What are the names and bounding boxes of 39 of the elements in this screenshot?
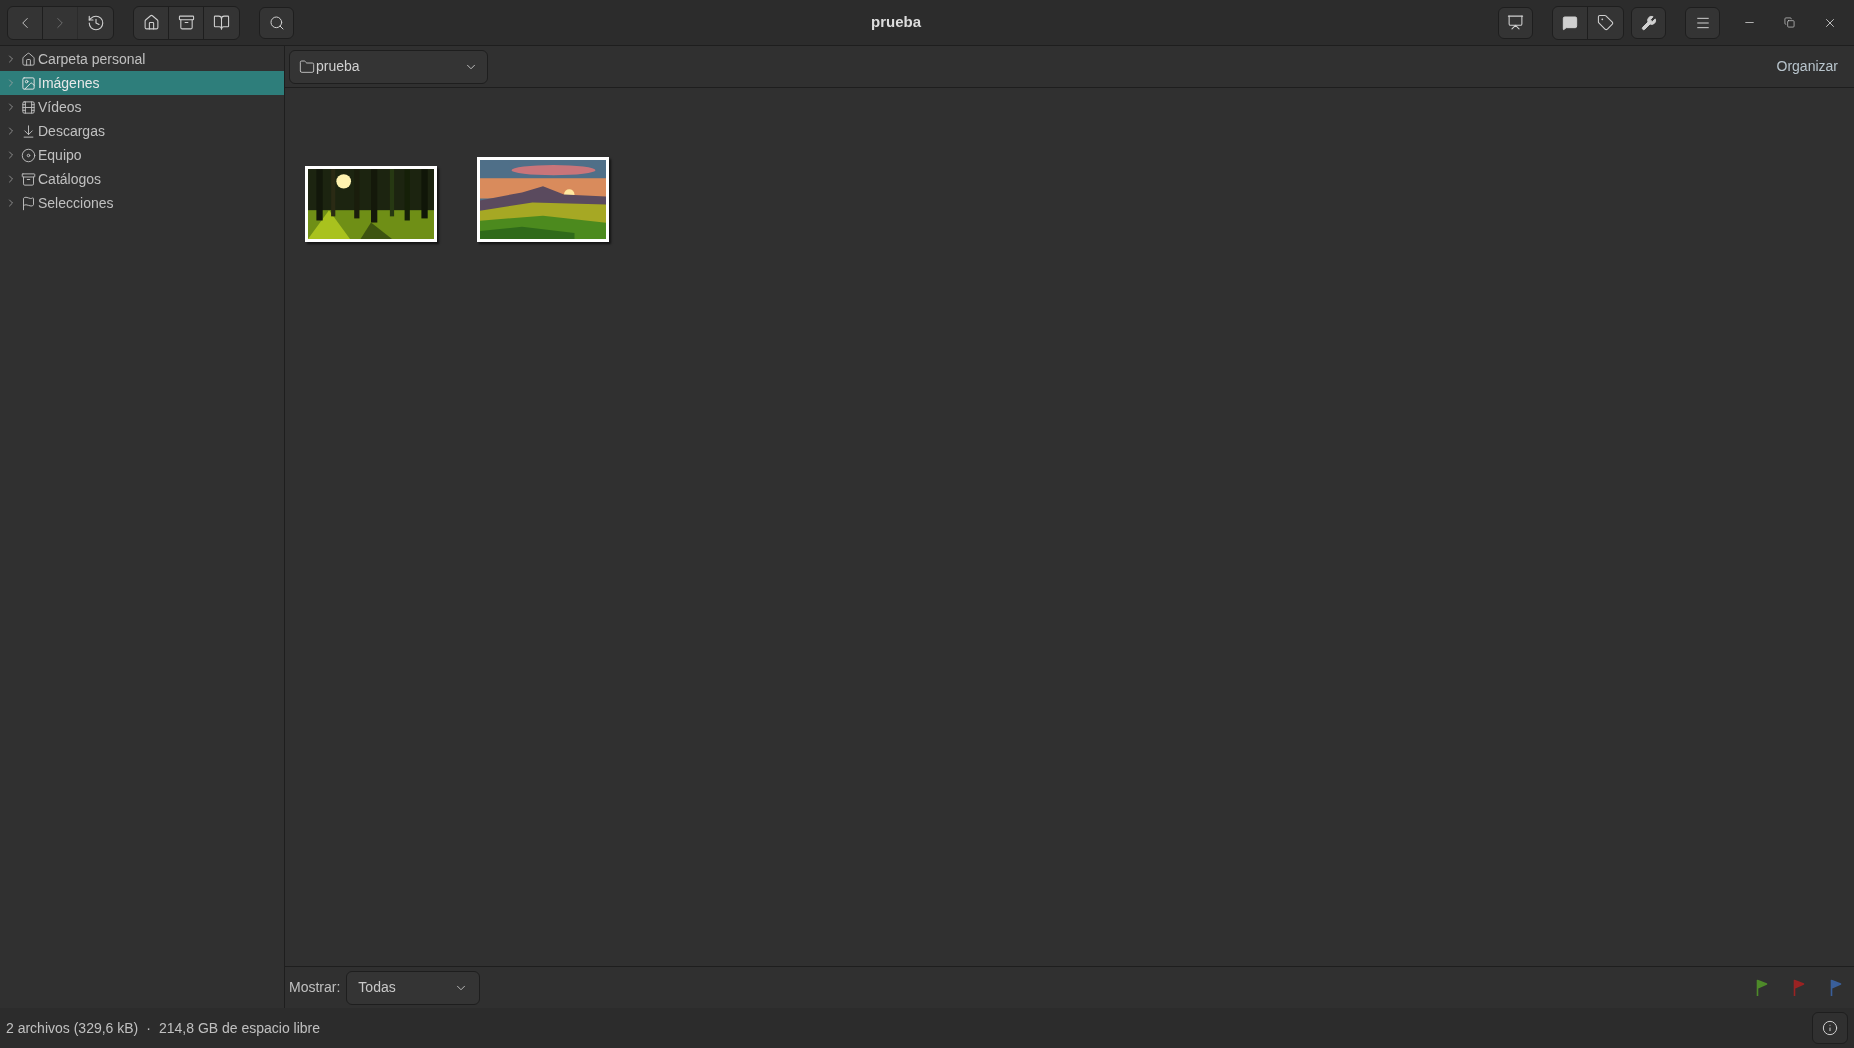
sidebar-item[interactable]: Carpeta personal [0,47,284,71]
presentation-icon [1507,14,1524,31]
book-icon [213,14,230,31]
disc-icon [21,147,36,163]
drawer-icon [21,171,36,187]
comment-icon [1562,14,1578,31]
wrench-icon [1640,14,1657,31]
info-icon [1822,1020,1838,1036]
sidebar-item[interactable]: Catálogos [0,167,284,191]
sidebar-item[interactable]: Imágenes [0,71,284,95]
sidebar-item[interactable]: Vídeos [0,95,284,119]
file-count: 2 archivos (329,6 kB) [6,1018,139,1038]
free-space: 214,8 GB de espacio libre [158,1018,321,1038]
organize-button[interactable]: Organizar [1776,56,1838,77]
film-icon [21,99,36,115]
tag-icon [1597,14,1614,31]
home-icon [142,14,160,31]
separator: · [146,1018,151,1038]
image-icon [21,75,36,91]
search-icon [268,14,285,31]
restore-icon [1784,17,1795,28]
menu-button[interactable] [1685,6,1720,39]
slideshow-button[interactable] [1498,6,1533,39]
filter-label: Mostrar: [289,978,341,997]
flag-icon [21,195,36,211]
sidebar-item[interactable]: Selecciones [0,191,284,215]
home-icon [21,51,36,67]
info-button[interactable] [1812,1012,1848,1044]
tools-button[interactable] [1631,6,1666,39]
sidebar-item[interactable]: Descargas [0,119,284,143]
search-button[interactable] [259,6,294,39]
folder-dropdown[interactable]: prueba [289,49,488,84]
folder-icon [299,58,315,75]
download-icon [21,123,36,139]
drawer-icon [177,14,195,31]
history-icon [86,13,105,32]
sidebar-item[interactable]: Equipo [0,143,284,167]
window-title: prueba [871,12,921,33]
filter-dropdown[interactable]: Todas [346,970,481,1005]
